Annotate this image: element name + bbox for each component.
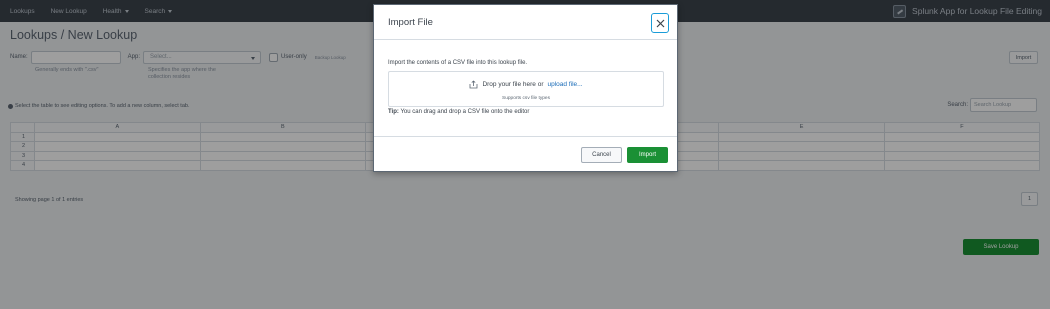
import-file-dialog: Import File Import the contents of a CSV… [373,4,678,172]
tip-text: Tip: You can drag and drop a CSV file on… [388,109,529,115]
modal-title: Import File [388,17,433,28]
close-icon [656,19,664,27]
close-button[interactable] [651,13,669,33]
file-dropzone[interactable]: Drop your file here or upload file... Su… [388,71,664,107]
tip-label: Tip: [388,109,399,115]
drop-line: Drop your file here or upload file... [389,80,663,89]
drop-text: Drop your file here or [482,81,544,88]
supported-types-text: Supports csv file types [502,96,550,101]
cancel-button[interactable]: Cancel [581,147,622,163]
tip-body: You can drag and drop a CSV file onto th… [400,109,530,115]
modal-header: Import File [374,5,677,40]
upload-icon [470,80,478,89]
modal-import-button[interactable]: Import [627,147,668,163]
upload-file-link[interactable]: upload file... [548,81,583,88]
modal-description: Import the contents of a CSV file into t… [388,60,528,66]
